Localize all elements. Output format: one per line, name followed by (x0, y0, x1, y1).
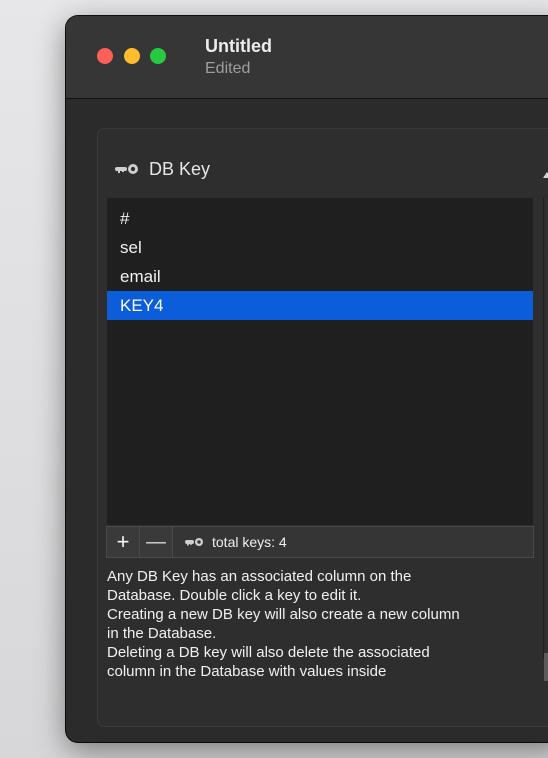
document-subtitle: Edited (205, 60, 251, 77)
document-title: Untitled (205, 36, 272, 56)
section-title: DB Key (149, 159, 211, 179)
key-icon (114, 163, 140, 175)
db-key-toolbar: + — total keys: 4 (106, 526, 534, 558)
app-window: Untitled Edited DB Key # sel email KEY4 … (66, 16, 548, 742)
list-item-selected[interactable]: KEY4 (107, 291, 533, 320)
chevron-up-icon (543, 172, 548, 178)
key-icon (184, 537, 204, 547)
help-line: Any DB Key has an associated column on t… (107, 568, 412, 585)
title-bar: Untitled Edited (66, 16, 548, 99)
remove-key-button[interactable]: — (140, 527, 173, 557)
db-key-list-items: # sel email KEY4 (107, 198, 533, 320)
help-line: Deleting a DB key will also delete the a… (107, 644, 430, 661)
toolbar-status: total keys: 4 (173, 527, 533, 557)
help-line: column in the Database with values insid… (107, 663, 387, 680)
help-line: Database. Double click a key to edit it. (107, 587, 362, 604)
list-item[interactable]: # (107, 204, 533, 233)
side-scroller[interactable] (543, 198, 548, 681)
list-item[interactable]: email (107, 262, 533, 291)
minimize-window-button[interactable] (124, 48, 140, 64)
help-line: in the Database. (107, 625, 217, 642)
help-line: Creating a new DB key will also create a… (107, 606, 460, 623)
zoom-window-button[interactable] (150, 48, 166, 64)
help-text: Any DB Key has an associated column on t… (107, 567, 543, 681)
add-key-button[interactable]: + (107, 527, 140, 557)
close-window-button[interactable] (97, 48, 113, 64)
total-keys-label: total keys: 4 (212, 534, 287, 550)
db-key-list[interactable]: # sel email KEY4 (106, 197, 534, 526)
list-item[interactable]: sel (107, 233, 533, 262)
db-key-header: DB Key (114, 159, 210, 179)
